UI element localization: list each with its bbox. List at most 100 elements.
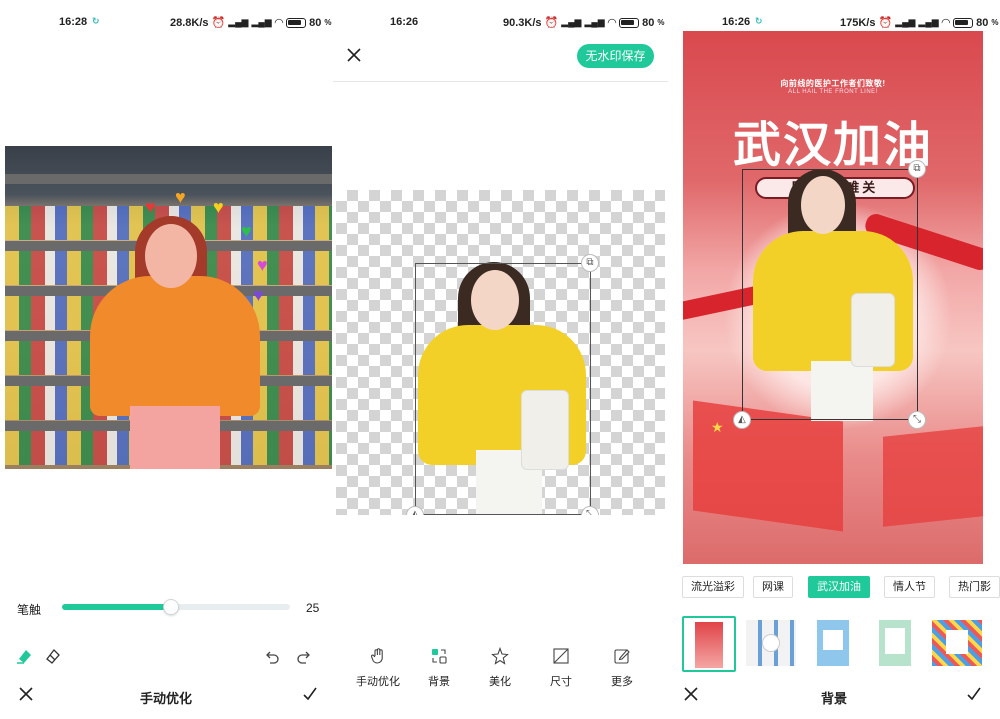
battery-level: 80 <box>642 16 655 29</box>
tool-label: 尺寸 <box>550 676 572 688</box>
status-time: 16:26 <box>390 16 419 28</box>
crop-size-icon <box>531 645 591 667</box>
status-time: 16:26 <box>722 16 751 28</box>
heart-sticker-pink: ♥ <box>257 255 268 275</box>
resize-handle-icon[interactable]: ⤡ <box>908 411 926 429</box>
category-chip[interactable]: 网课 <box>753 576 793 598</box>
background-swap-icon <box>409 645 469 667</box>
resize-handle-icon[interactable]: ⤡ <box>581 506 599 515</box>
status-bar: 16:26 90.3K/s ⏰ ▂▄▆ ▂▄▆ ◠ 80% <box>390 16 665 29</box>
brush-size-value: 25 <box>306 601 320 615</box>
net-speed: 90.3K/s <box>503 16 542 29</box>
battery-icon <box>286 17 307 28</box>
template-thumb[interactable] <box>744 616 798 672</box>
tool-background[interactable]: 背景 <box>409 645 469 689</box>
battery-icon <box>619 17 640 28</box>
tool-beautify[interactable]: 美化 <box>470 645 530 689</box>
check-icon[interactable] <box>302 686 318 707</box>
battery-level: 80 <box>309 16 322 29</box>
alarm-icon: ⏰ <box>544 17 559 29</box>
restore-eraser-icon[interactable] <box>44 647 62 670</box>
tool-bar: 手动优化 背景 美化 尺寸 更多 <box>333 645 668 695</box>
flag-graphic <box>883 425 983 527</box>
poster-line2: ALL HAIL THE FRONT LINE! <box>788 89 878 95</box>
sync-icon: ↻ <box>92 16 100 26</box>
top-bar: 无水印保存 <box>333 38 668 82</box>
manual-optimize-screen: 16:28 ↻ 28.8K/s ⏰ ▂▄▆ ▂▄▆ ◠ 80% ♥ ♥ ♥ ♥ <box>0 0 333 719</box>
tool-manual-optimize[interactable]: 手动优化 <box>348 645 408 689</box>
brush-slider-thumb[interactable] <box>163 599 180 615</box>
net-speed: 175K/s <box>840 16 876 29</box>
heart-sticker-yellow: ♥ <box>213 197 224 217</box>
net-speed: 28.8K/s <box>170 16 209 29</box>
signal-icon: ▂▄▆ <box>228 17 249 27</box>
status-time: 16:28 <box>59 16 88 28</box>
signal-icon: ▂▄▆ <box>561 17 582 27</box>
close-icon[interactable] <box>683 686 699 707</box>
check-icon[interactable] <box>966 686 982 707</box>
screen-title: 手动优化 <box>139 691 192 706</box>
hand-icon <box>348 645 408 667</box>
close-icon[interactable] <box>18 686 34 707</box>
brush-slider-fill <box>62 604 172 610</box>
selection-box[interactable] <box>742 169 918 420</box>
star-icon: ★ <box>711 419 724 435</box>
signal-icon-2: ▂▄▆ <box>251 17 272 27</box>
template-list <box>668 616 1000 672</box>
redo-icon[interactable] <box>296 649 312 670</box>
signal-icon-2: ▂▄▆ <box>584 17 605 27</box>
flip-icon[interactable]: ◭ <box>733 411 751 429</box>
cutout-result-screen: 16:26 90.3K/s ⏰ ▂▄▆ ▂▄▆ ◠ 80% 无水印保存 ⧉ ◭ … <box>333 0 668 719</box>
category-chip[interactable]: 情人节 <box>884 576 935 598</box>
eraser-icon[interactable] <box>16 647 34 670</box>
alarm-icon: ⏰ <box>211 17 226 29</box>
transparent-canvas[interactable]: ⧉ ◭ ⤡ <box>336 190 665 515</box>
battery-level: 80 <box>976 16 989 29</box>
heart-sticker-red: ♥ <box>145 197 156 217</box>
tool-label: 美化 <box>489 676 511 688</box>
edit-more-icon <box>592 645 652 667</box>
alarm-icon: ⏰ <box>878 17 893 29</box>
tool-label: 更多 <box>611 676 633 688</box>
heart-sticker-green: ♥ <box>241 221 252 241</box>
category-chip[interactable]: 热门影 <box>949 576 1000 598</box>
copy-layer-icon[interactable]: ⧉ <box>581 254 599 272</box>
save-no-watermark-button[interactable]: 无水印保存 <box>577 44 654 68</box>
tool-label: 手动优化 <box>356 676 400 688</box>
sync-icon: ↻ <box>755 16 763 26</box>
wifi-icon: ◠ <box>941 17 951 29</box>
poster-title: 武汉加油 <box>732 117 933 173</box>
brush-size-slider[interactable] <box>62 599 290 615</box>
selection-box[interactable] <box>415 263 591 515</box>
person-sweater <box>90 276 260 416</box>
tool-label: 背景 <box>428 676 450 688</box>
status-bar: 16:28 ↻ 28.8K/s ⏰ ▂▄▆ ▂▄▆ ◠ 80% <box>59 16 332 29</box>
heart-sticker-purple: ♥ <box>253 285 264 305</box>
template-thumb[interactable] <box>682 616 736 672</box>
category-tabs: 流光溢彩 网课 武汉加油 情人节 热门影 <box>668 576 1000 602</box>
wifi-icon: ◠ <box>607 17 617 29</box>
template-thumb[interactable] <box>806 616 860 672</box>
star-beautify-icon <box>470 645 530 667</box>
copy-layer-icon[interactable]: ⧉ <box>908 160 926 178</box>
background-template-screen: 16:26 ↻ 175K/s ⏰ ▂▄▆ ▂▄▆ ◠ 80% ★ 向前线的医护工… <box>668 0 1000 719</box>
tool-size[interactable]: 尺寸 <box>531 645 591 689</box>
heart-sticker-orange: ♥ <box>175 187 186 207</box>
person-skirt <box>130 406 220 469</box>
category-chip[interactable]: 流光溢彩 <box>682 576 744 598</box>
signal-icon: ▂▄▆ <box>895 17 916 27</box>
status-bar: 16:26 ↻ 175K/s ⏰ ▂▄▆ ▂▄▆ ◠ 80% <box>722 16 999 29</box>
screen-title: 背景 <box>820 691 847 706</box>
signal-icon-2: ▂▄▆ <box>918 17 939 27</box>
template-thumb[interactable] <box>930 616 984 672</box>
poster-line1: 向前线的医护工作者们致敬! <box>780 79 886 88</box>
undo-icon[interactable] <box>264 649 280 670</box>
edit-photo[interactable]: ♥ ♥ ♥ ♥ ♥ ♥ <box>5 146 332 469</box>
brush-label: 笔触 <box>17 603 42 617</box>
close-icon[interactable] <box>347 48 361 67</box>
template-thumb[interactable] <box>868 616 922 672</box>
wifi-icon: ◠ <box>274 17 284 29</box>
poster-canvas[interactable]: ★ 向前线的医护工作者们致敬! ALL HAIL THE FRONT LINE!… <box>683 31 983 564</box>
tool-more[interactable]: 更多 <box>592 645 652 689</box>
category-chip-active[interactable]: 武汉加油 <box>808 576 870 598</box>
